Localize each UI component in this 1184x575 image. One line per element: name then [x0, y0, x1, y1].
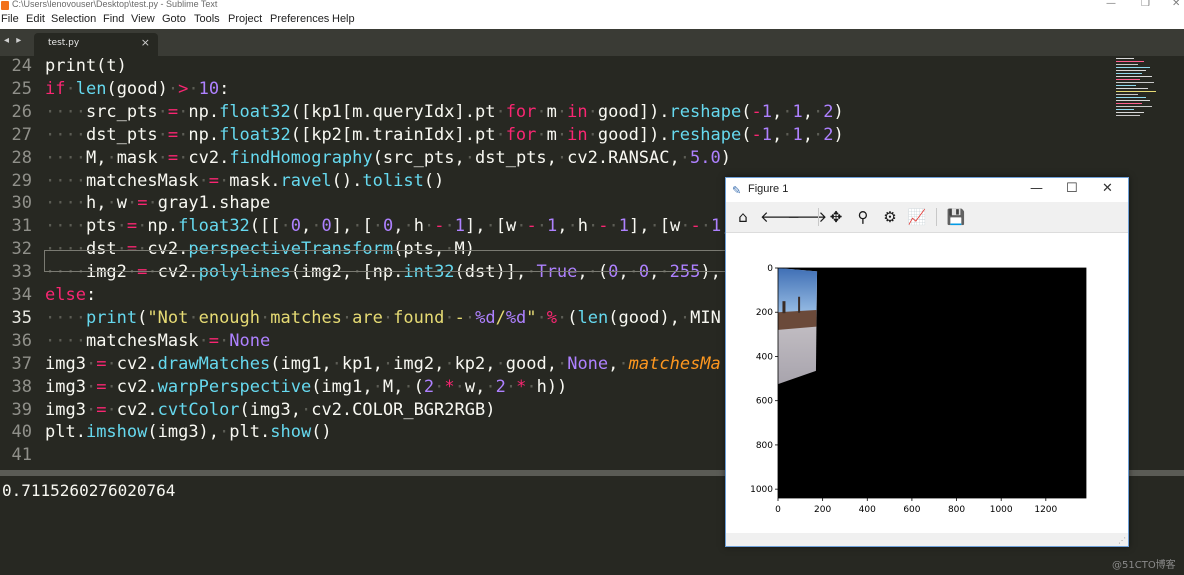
code-line[interactable]: img3·=·cv2.drawMatches(img1,·kp1,·img2,·… [45, 353, 721, 376]
code-line[interactable]: ····matchesMask·=·mask.ravel().tolist() [45, 170, 444, 193]
code-line[interactable]: print(t) [45, 56, 127, 78]
y-tick-label: 400 [756, 352, 773, 362]
line-number: 29 [11, 170, 32, 191]
line-number: 37 [11, 353, 32, 374]
watermark: @51CTO博客 [1112, 560, 1176, 571]
y-tick-label: 600 [756, 397, 773, 407]
code-line[interactable]: ····matchesMask·=·None [45, 330, 270, 353]
y-tick-label: 200 [756, 308, 773, 318]
y-tick-label: 800 [756, 441, 773, 451]
current-line-highlight [44, 250, 744, 272]
line-number: 38 [11, 376, 32, 397]
menu-help[interactable]: Help [332, 13, 355, 25]
code-line[interactable]: img3·=·cv2.cvtColor(img3,·cv2.COLOR_BGR2… [45, 399, 495, 422]
zoom-icon[interactable]: ⚲ [853, 208, 873, 226]
code-line[interactable]: plt.imshow(img3),·plt.show() [45, 421, 332, 444]
figure-status-bar: ⋰ [726, 533, 1128, 546]
line-number: 33 [11, 262, 32, 283]
menu-tools[interactable]: Tools [194, 13, 220, 25]
line-number: 28 [11, 147, 32, 168]
line-number: 25 [11, 78, 32, 99]
tab-close-icon[interactable]: × [141, 36, 150, 49]
x-tick-label: 1200 [1034, 505, 1057, 515]
line-number: 30 [11, 193, 32, 214]
console-output: 0.7115260276020764 [2, 481, 176, 500]
figure-minimize-button[interactable]: — [1030, 181, 1043, 196]
figure-app-icon: ✎ [732, 184, 742, 197]
window-title-bar: C:\Users\lenovouser\Desktop\test.py - Su… [0, 0, 1184, 12]
forward-arrow-icon[interactable]: 🡒 [787, 208, 827, 226]
line-number: 26 [11, 101, 32, 122]
window-title: C:\Users\lenovouser\Desktop\test.py - Su… [12, 0, 218, 9]
home-icon[interactable]: ⌂ [733, 208, 753, 226]
line-number: 39 [11, 399, 32, 420]
plot-area[interactable]: 0 200 400 600 800 1000 1200 0 200 400 600 800 1000 [726, 233, 1128, 533]
x-tick-label: 600 [903, 505, 920, 515]
toolbar-separator [936, 208, 937, 226]
configure-subplots-icon[interactable]: ⚙ [880, 208, 900, 226]
x-tick-label: 200 [814, 505, 831, 515]
code-line[interactable]: ····print("Not·enough·matches·are·found·… [45, 307, 721, 330]
close-button[interactable]: ✕ [1172, 0, 1180, 9]
save-icon[interactable]: 💾 [946, 208, 966, 226]
figure-window[interactable]: ✎ Figure 1 — ☐ ✕ ⌂ 🡐 🡒 ✥ ⚲ ⚙ 📈 💾 0 200 4… [725, 177, 1129, 547]
line-number: 24 [11, 56, 32, 76]
figure-title-bar: ✎ Figure 1 — ☐ ✕ [726, 178, 1128, 202]
y-tick-label: 0 [767, 264, 773, 274]
figure-toolbar: ⌂ 🡐 🡒 ✥ ⚲ ⚙ 📈 💾 [726, 202, 1128, 233]
sublime-app-icon [1, 1, 9, 10]
figure-maximize-button[interactable]: ☐ [1066, 181, 1078, 196]
line-number: 36 [11, 330, 32, 351]
tab-label: test.py [48, 38, 80, 48]
menu-preferences[interactable]: Preferences [270, 13, 329, 25]
plot-canvas: 0 200 400 600 800 1000 1200 0 200 400 600 800 1000 [750, 264, 1087, 515]
line-number: 41 [11, 445, 32, 466]
line-number: 31 [11, 216, 32, 237]
code-line[interactable]: img3·=·cv2.warpPerspective(img1,·M,·(2·*… [45, 376, 567, 399]
x-tick-label: 800 [948, 505, 965, 515]
pan-icon[interactable]: ✥ [826, 208, 846, 226]
figure-close-button[interactable]: ✕ [1102, 181, 1113, 196]
minimap[interactable] [1112, 56, 1158, 122]
warped-photo-tree [798, 296, 801, 313]
menu-selection[interactable]: Selection [51, 13, 96, 25]
code-line[interactable]: ····dst_pts·=·np.float32([kp2[m.trainIdx… [45, 124, 844, 147]
menu-file[interactable]: File [1, 13, 19, 25]
back-arrow-icon[interactable]: 🡐 [760, 208, 800, 226]
minimize-button[interactable]: — [1106, 0, 1116, 9]
x-tick-label: 0 [775, 505, 781, 515]
x-tick-label: 400 [859, 505, 876, 515]
figure-title: Figure 1 [748, 183, 789, 195]
menu-view[interactable]: View [131, 13, 155, 25]
code-line[interactable]: ····M,·mask·=·cv2.findHomography(src_pts… [45, 147, 731, 170]
line-number: 40 [11, 422, 32, 443]
maximize-button[interactable]: ❐ [1141, 0, 1150, 9]
line-number: 27 [11, 124, 32, 145]
edit-axis-icon[interactable]: 📈 [907, 208, 927, 226]
toolbar-separator [818, 208, 819, 226]
code-line[interactable]: if·len(good)·>·10: [45, 78, 229, 101]
tab-nav-arrows[interactable]: ◂ ▸ [4, 35, 23, 46]
code-line[interactable]: ····h,·w·=·gray1.shape [45, 192, 270, 215]
line-number: 34 [11, 285, 32, 305]
code-line[interactable]: ····src_pts·=·np.float32([kp1[m.queryIdx… [45, 101, 844, 124]
menu-goto[interactable]: Goto [162, 13, 186, 25]
tab-strip: ◂ ▸ test.py × [0, 29, 1184, 56]
tab-test-py[interactable]: test.py × [34, 33, 158, 56]
line-number: 32 [11, 239, 32, 260]
warped-photo-tree [782, 301, 786, 314]
x-tick-label: 1000 [990, 505, 1013, 515]
menu-edit[interactable]: Edit [26, 13, 45, 25]
resize-grip-icon[interactable]: ⋰ [1118, 536, 1126, 545]
menu-find[interactable]: Find [103, 13, 124, 25]
code-line[interactable]: else: [45, 284, 96, 307]
image-background [778, 268, 1086, 498]
code-line[interactable]: ····pts·=·np.float32([[·0,·0],·[·0,·h·-·… [45, 215, 742, 238]
menu-project[interactable]: Project [228, 13, 262, 25]
line-number: 35 [11, 307, 32, 328]
menu-bar: File Edit Selection Find View Goto Tools… [0, 12, 1184, 30]
y-tick-label: 1000 [750, 485, 773, 495]
